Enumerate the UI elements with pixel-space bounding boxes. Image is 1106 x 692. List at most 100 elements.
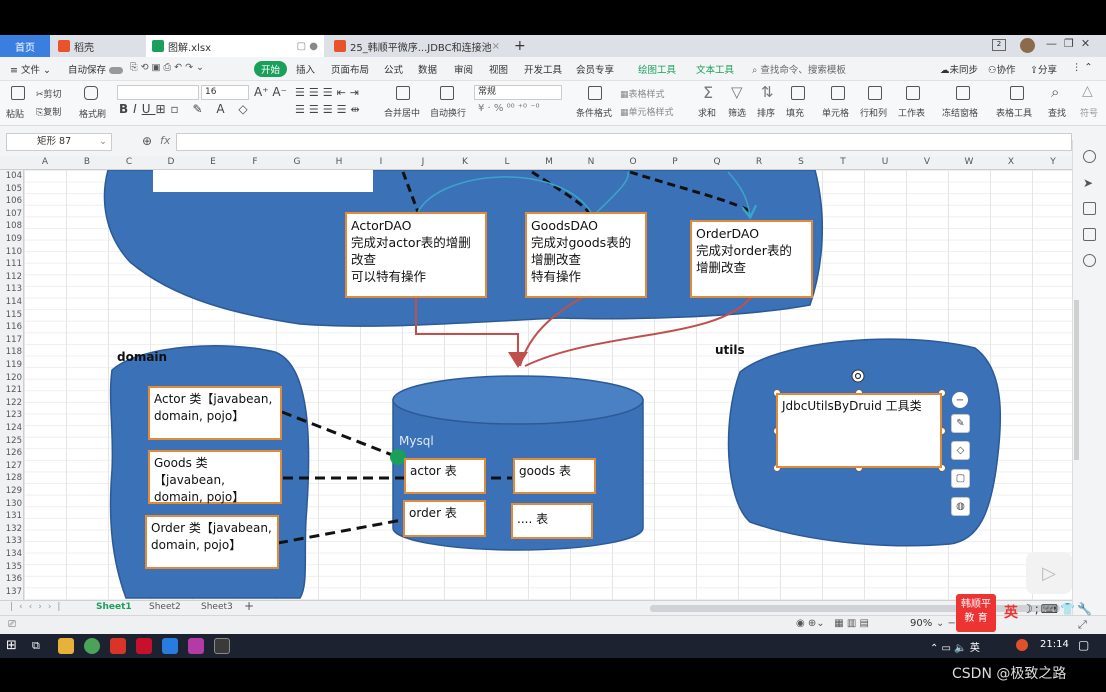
menu-data[interactable]: 数据 (418, 62, 437, 76)
align-buttons-bottom[interactable]: ☰☰☰☰⇹ (295, 103, 364, 116)
zoom-slider[interactable]: ⌄ − (936, 618, 956, 629)
filter-icon[interactable]: ▽ (731, 83, 743, 101)
row-col-icon[interactable] (868, 86, 882, 100)
paste-button[interactable]: 粘贴 (6, 107, 24, 120)
font-grow-shrink-buttons[interactable]: A⁺ A⁻ (254, 85, 287, 99)
fill-button[interactable]: 填充 (786, 106, 804, 119)
cut-button[interactable]: ✂剪切 (36, 87, 62, 100)
app-icon[interactable] (162, 638, 178, 654)
command-search[interactable]: ⌕ 查找命令、搜索模板 (752, 62, 846, 76)
cells-icon[interactable] (831, 86, 845, 100)
edit-style-icon[interactable]: ✎ (951, 414, 970, 433)
row-label[interactable]: 135 (0, 562, 22, 572)
menu-file[interactable]: ≡ 文件 ⌄ (10, 62, 51, 76)
column-label[interactable]: N (570, 157, 612, 167)
row-label[interactable]: 108 (0, 221, 22, 231)
column-label[interactable]: O (612, 157, 654, 167)
column-label[interactable]: W (948, 157, 990, 167)
menu-view[interactable]: 视图 (489, 62, 508, 76)
column-label[interactable]: Y (1032, 157, 1074, 167)
copy-button[interactable]: ⎘复制 (36, 105, 61, 118)
symbol-button[interactable]: 符号 (1080, 106, 1098, 119)
column-label[interactable]: B (66, 157, 108, 167)
close-icon[interactable]: × (492, 41, 500, 52)
wps-app-icon[interactable] (110, 638, 126, 654)
filter-button[interactable]: 筛选 (728, 106, 746, 119)
column-label[interactable]: P (654, 157, 696, 167)
row-label[interactable]: 125 (0, 436, 22, 446)
column-label[interactable]: K (444, 157, 486, 167)
font-size-select[interactable]: 16 (201, 85, 249, 100)
table-tools-button[interactable]: 表格工具 (996, 106, 1032, 119)
jdbc-utils-box[interactable]: JdbcUtilsByDruid 工具类 (776, 393, 942, 468)
sum-button[interactable]: 求和 (698, 106, 716, 119)
column-label[interactable]: I (360, 157, 402, 167)
number-format-select[interactable]: 常规 (474, 85, 562, 100)
row-label[interactable]: 136 (0, 574, 22, 584)
view-mode-icons[interactable]: ◉ ⊕⌄ ▦ ▥ ▤ (796, 618, 869, 629)
row-label[interactable]: 120 (0, 373, 22, 383)
goods-table-box[interactable]: goods 表 (513, 458, 596, 494)
row-label[interactable]: 115 (0, 310, 22, 320)
tab-pdf[interactable]: 25_韩顺平微序...JDBC和连接池 × (328, 35, 504, 57)
row-label[interactable]: 128 (0, 473, 22, 483)
menu-text-tools[interactable]: 文本工具 (696, 62, 734, 76)
conditional-format-icon[interactable] (588, 86, 602, 100)
cell-style-button[interactable]: ▦单元格样式 (620, 105, 674, 118)
sheet-tab-2[interactable]: Sheet2 (149, 602, 181, 612)
row-label[interactable]: 129 (0, 486, 22, 496)
cells-button[interactable]: 单元格 (822, 106, 849, 119)
column-label[interactable]: J (402, 157, 444, 167)
formula-input[interactable] (176, 133, 1072, 151)
column-label[interactable]: D (150, 157, 192, 167)
column-label[interactable]: F (234, 157, 276, 167)
symbol-icon[interactable]: △ (1082, 83, 1093, 99)
format-painter-icon[interactable] (84, 86, 98, 100)
wps-tray-icon[interactable] (1016, 639, 1028, 651)
chrome-app-icon[interactable] (84, 638, 100, 654)
paste-icon[interactable] (11, 86, 25, 100)
table-style-button[interactable]: ▦表格样式 (620, 87, 665, 100)
input-method-indicator[interactable]: 英 (1004, 602, 1018, 622)
explorer-app-icon[interactable] (58, 638, 74, 654)
goodsdao-box[interactable]: GoodsDAO 完成对goods表的 增删改查 特有操作 (525, 212, 647, 298)
avatar[interactable] (1020, 38, 1035, 53)
menu-formula[interactable]: 公式 (384, 62, 403, 76)
column-label[interactable]: A (24, 157, 66, 167)
column-label[interactable]: T (822, 157, 864, 167)
fill-color-icon[interactable]: ◇ (951, 441, 970, 460)
wrap-icon[interactable] (440, 86, 454, 100)
row-label[interactable]: 119 (0, 360, 22, 370)
cursor-icon[interactable]: ➤ (1083, 176, 1096, 190)
terminal-app-icon[interactable] (214, 638, 230, 654)
row-label[interactable]: 121 (0, 385, 22, 395)
menu-review[interactable]: 审阅 (454, 62, 473, 76)
zoom-formula-icon[interactable]: ⊕ (142, 134, 152, 148)
sync-status[interactable]: ☁未同步 (940, 62, 978, 76)
goods-class-box[interactable]: Goods 类【javabean, domain, pojo】 (148, 450, 282, 504)
sort-button[interactable]: 排序 (757, 106, 775, 119)
row-label[interactable]: 124 (0, 423, 22, 433)
menu-dev[interactable]: 开发工具 (524, 62, 562, 76)
orderdao-box[interactable]: OrderDAO 完成对order表的 增删改查 (690, 220, 813, 298)
row-label[interactable]: 105 (0, 184, 22, 194)
column-label[interactable]: R (738, 157, 780, 167)
menu-layout[interactable]: 页面布局 (331, 62, 369, 76)
task-view-icon[interactable]: ⧉ (32, 639, 40, 653)
merge-icon[interactable] (396, 86, 410, 100)
row-label[interactable]: 111 (0, 259, 22, 269)
order-class-box[interactable]: Order 类【javabean, domain, pojo】 (145, 515, 279, 569)
close-icon[interactable]: ▢ ● (297, 41, 318, 52)
column-label[interactable]: H (318, 157, 360, 167)
row-label[interactable]: 116 (0, 322, 22, 332)
column-label[interactable]: S (780, 157, 822, 167)
font-family-select[interactable] (117, 85, 199, 100)
crop-icon[interactable] (1083, 228, 1096, 241)
row-label[interactable]: 127 (0, 461, 22, 471)
menu-insert[interactable]: 插入 (296, 62, 315, 76)
horizontal-scrollbar[interactable] (650, 605, 1060, 612)
menu-draw-tools[interactable]: 绘图工具 (638, 62, 676, 76)
row-label[interactable]: 131 (0, 511, 22, 521)
notification-icon[interactable]: ▢ (1078, 638, 1089, 652)
row-label[interactable]: 130 (0, 499, 22, 509)
